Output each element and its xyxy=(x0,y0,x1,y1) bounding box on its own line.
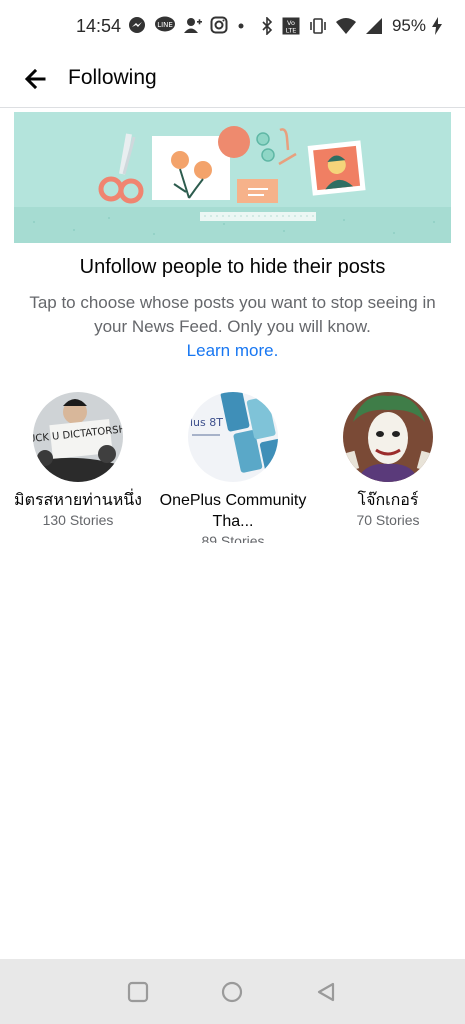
description-text: Tap to choose whose posts you want to st… xyxy=(29,293,436,336)
svg-text:LINE: LINE xyxy=(157,21,173,29)
headline: Unfollow people to hide their posts xyxy=(79,256,386,278)
page-title: Following xyxy=(68,66,157,89)
avatar[interactable]: FUCK U DICTATORSHIP xyxy=(33,392,123,482)
story-count: 130 Stories xyxy=(42,512,114,528)
notification-icons: LINE xyxy=(128,16,246,34)
status-bar: 14:54 LINE Vo LTE 95% xyxy=(0,0,465,52)
signal-icon xyxy=(365,18,382,34)
unfollow-illustration xyxy=(14,126,451,243)
flower-card-icon xyxy=(152,136,230,200)
recents-button[interactable] xyxy=(125,979,151,1005)
scissors-icon xyxy=(98,133,144,204)
charging-icon xyxy=(432,17,442,35)
dot-icon xyxy=(238,23,244,29)
profile-name: โจ๊กเกอร์ xyxy=(357,492,419,509)
system-icons: Vo LTE 95% xyxy=(261,16,443,36)
bluetooth-icon xyxy=(262,17,273,35)
photo-frame-icon xyxy=(307,140,366,196)
learn-more-link[interactable]: Learn more. xyxy=(187,341,279,360)
svg-text:LTE: LTE xyxy=(286,27,297,35)
add-friend-icon xyxy=(184,18,202,33)
followed-profile-card[interactable]: โจ๊กเกอร์ 70 Stories xyxy=(313,392,463,528)
followed-profile-card[interactable]: lus 8T OnePlus Community Tha... 89 Stori… xyxy=(158,392,308,549)
recents-icon xyxy=(127,981,149,1003)
vibrate-icon xyxy=(310,18,326,34)
home-button[interactable] xyxy=(219,979,245,1005)
illustration-banner xyxy=(14,112,451,243)
pink-circle-icon xyxy=(218,126,250,158)
paperclip-icon xyxy=(279,128,290,151)
list-clip xyxy=(0,543,465,563)
home-icon xyxy=(221,981,243,1003)
wifi-icon xyxy=(335,18,356,34)
description: Tap to choose whose posts you want to st… xyxy=(20,291,445,363)
line-icon: LINE xyxy=(155,16,175,32)
instagram-icon xyxy=(210,16,228,34)
messenger-icon xyxy=(129,17,145,33)
followed-profile-card[interactable]: FUCK U DICTATORSHIP มิตรสหายท่านหนึ่ง 13… xyxy=(3,392,153,528)
back-button[interactable] xyxy=(18,62,52,96)
battery-percent: 95% xyxy=(391,16,426,35)
system-navigation-bar xyxy=(0,959,465,1024)
avatar[interactable]: lus 8T xyxy=(188,392,278,482)
profile-name: OnePlus Community Tha... xyxy=(159,492,307,530)
status-time: 14:54 xyxy=(76,16,122,36)
avatar-product-text: lus 8T xyxy=(190,416,223,429)
story-count: 70 Stories xyxy=(356,512,420,528)
back-arrow-icon xyxy=(24,68,46,90)
volte-icon: VoLTE xyxy=(282,17,300,35)
back-triangle-icon xyxy=(317,982,335,1002)
profile-name: มิตรสหายท่านหนึ่ง xyxy=(14,492,142,509)
avatar[interactable] xyxy=(343,392,433,482)
back-nav-button[interactable] xyxy=(313,979,339,1005)
app-bar: Following xyxy=(0,52,465,108)
